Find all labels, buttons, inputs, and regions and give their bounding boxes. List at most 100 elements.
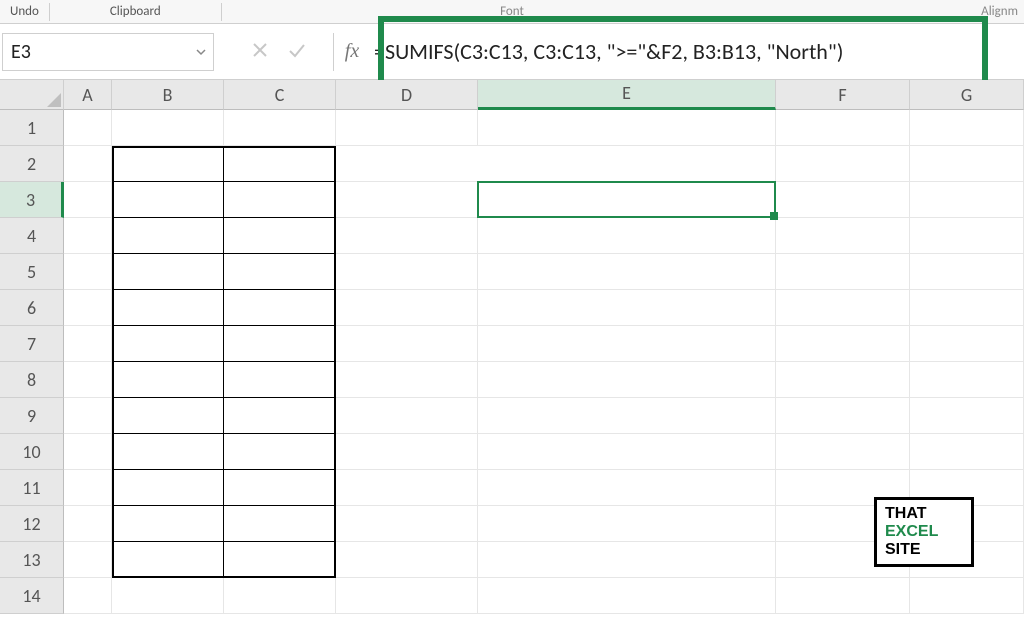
cell-G9[interactable] [910, 398, 1024, 434]
cell-E6[interactable] [478, 290, 776, 326]
table-cell-region[interactable] [112, 362, 224, 398]
spreadsheet-grid[interactable]: ABCDEFG 1234567891011121314 THAT EXCEL S… [0, 80, 1024, 627]
row-header-14[interactable]: 14 [0, 578, 64, 614]
table-cell-region[interactable] [112, 218, 224, 254]
row-header-6[interactable]: 6 [0, 290, 64, 326]
cell-G7[interactable] [910, 326, 1024, 362]
cell-C1[interactable] [224, 110, 336, 146]
select-all-corner[interactable] [0, 80, 64, 110]
cell-G1[interactable] [910, 110, 1024, 146]
table-cell-sales[interactable] [224, 326, 336, 362]
cell-A7[interactable] [64, 326, 112, 362]
table-cell-sales[interactable] [224, 434, 336, 470]
cell-F7[interactable] [776, 326, 910, 362]
enter-icon[interactable] [287, 38, 307, 65]
cell-D1[interactable] [336, 110, 478, 146]
cell-D4[interactable] [336, 218, 478, 254]
table-header-region[interactable] [112, 146, 224, 182]
cell-A6[interactable] [64, 290, 112, 326]
ribbon-undo-label[interactable]: Undo [0, 0, 49, 24]
cell-D11[interactable] [336, 470, 478, 506]
cell-A8[interactable] [64, 362, 112, 398]
table-cell-region[interactable] [112, 470, 224, 506]
column-header-C[interactable]: C [224, 80, 336, 110]
cell-C14[interactable] [224, 578, 336, 614]
cell-E4[interactable] [478, 218, 776, 254]
cell-D8[interactable] [336, 362, 478, 398]
cell-A11[interactable] [64, 470, 112, 506]
table-cell-region[interactable] [112, 254, 224, 290]
cell-E12[interactable] [478, 506, 776, 542]
cell-E13[interactable] [478, 542, 776, 578]
table-cell-region[interactable] [112, 542, 224, 578]
row-header-2[interactable]: 2 [0, 146, 64, 182]
row-header-13[interactable]: 13 [0, 542, 64, 578]
cell-D6[interactable] [336, 290, 478, 326]
name-box[interactable]: E3 [2, 33, 214, 71]
cell-G5[interactable] [910, 254, 1024, 290]
cell-A9[interactable] [64, 398, 112, 434]
row-header-4[interactable]: 4 [0, 218, 64, 254]
table-cell-sales[interactable] [224, 506, 336, 542]
column-header-D[interactable]: D [336, 80, 478, 110]
table-cell-region[interactable] [112, 326, 224, 362]
cell-E14[interactable] [478, 578, 776, 614]
table-cell-sales[interactable] [224, 182, 336, 218]
cell-B1[interactable] [112, 110, 224, 146]
cell-A4[interactable] [64, 218, 112, 254]
cell-A13[interactable] [64, 542, 112, 578]
row-header-11[interactable]: 11 [0, 470, 64, 506]
cell-G10[interactable] [910, 434, 1024, 470]
table-cell-sales[interactable] [224, 290, 336, 326]
table-cell-region[interactable] [112, 506, 224, 542]
row-header-5[interactable]: 5 [0, 254, 64, 290]
cell-E9[interactable] [478, 398, 776, 434]
cell-F14[interactable] [776, 578, 910, 614]
cell-F5[interactable] [776, 254, 910, 290]
fx-icon[interactable]: fx [334, 40, 364, 63]
cell-G6[interactable] [910, 290, 1024, 326]
cell-F6[interactable] [776, 290, 910, 326]
table-cell-sales[interactable] [224, 218, 336, 254]
table-cell-region[interactable] [112, 398, 224, 434]
chevron-down-icon[interactable] [195, 34, 207, 70]
column-header-A[interactable]: A [64, 80, 112, 110]
table-cell-region[interactable] [112, 182, 224, 218]
row-header-3[interactable]: 3 [0, 182, 64, 218]
criteria-threshold[interactable] [776, 146, 910, 182]
row-header-12[interactable]: 12 [0, 506, 64, 542]
cell-D10[interactable] [336, 434, 478, 470]
cell-F10[interactable] [776, 434, 910, 470]
row-header-1[interactable]: 1 [0, 110, 64, 146]
cell-F9[interactable] [776, 398, 910, 434]
cell-A3[interactable] [64, 182, 112, 218]
cell-E7[interactable] [478, 326, 776, 362]
row-header-7[interactable]: 7 [0, 326, 64, 362]
cancel-icon[interactable] [251, 38, 269, 65]
cell-F4[interactable] [776, 218, 910, 254]
cell-E5[interactable] [478, 254, 776, 290]
cell-E11[interactable] [478, 470, 776, 506]
criteria-label[interactable] [336, 146, 776, 182]
cell-A12[interactable] [64, 506, 112, 542]
cell-D14[interactable] [336, 578, 478, 614]
cell-E1[interactable] [478, 110, 776, 146]
row-header-9[interactable]: 9 [0, 398, 64, 434]
table-cell-sales[interactable] [224, 542, 336, 578]
cell-B14[interactable] [112, 578, 224, 614]
cell-A5[interactable] [64, 254, 112, 290]
cell-F1[interactable] [776, 110, 910, 146]
cell-D3[interactable] [336, 182, 478, 218]
cell-F3[interactable] [776, 182, 910, 218]
cell-D13[interactable] [336, 542, 478, 578]
cell-D5[interactable] [336, 254, 478, 290]
table-cell-sales[interactable] [224, 254, 336, 290]
table-cell-region[interactable] [112, 434, 224, 470]
cell-F8[interactable] [776, 362, 910, 398]
cell-D12[interactable] [336, 506, 478, 542]
cell-A14[interactable] [64, 578, 112, 614]
table-cell-sales[interactable] [224, 470, 336, 506]
column-header-F[interactable]: F [776, 80, 910, 110]
cell-E10[interactable] [478, 434, 776, 470]
column-header-G[interactable]: G [910, 80, 1024, 110]
